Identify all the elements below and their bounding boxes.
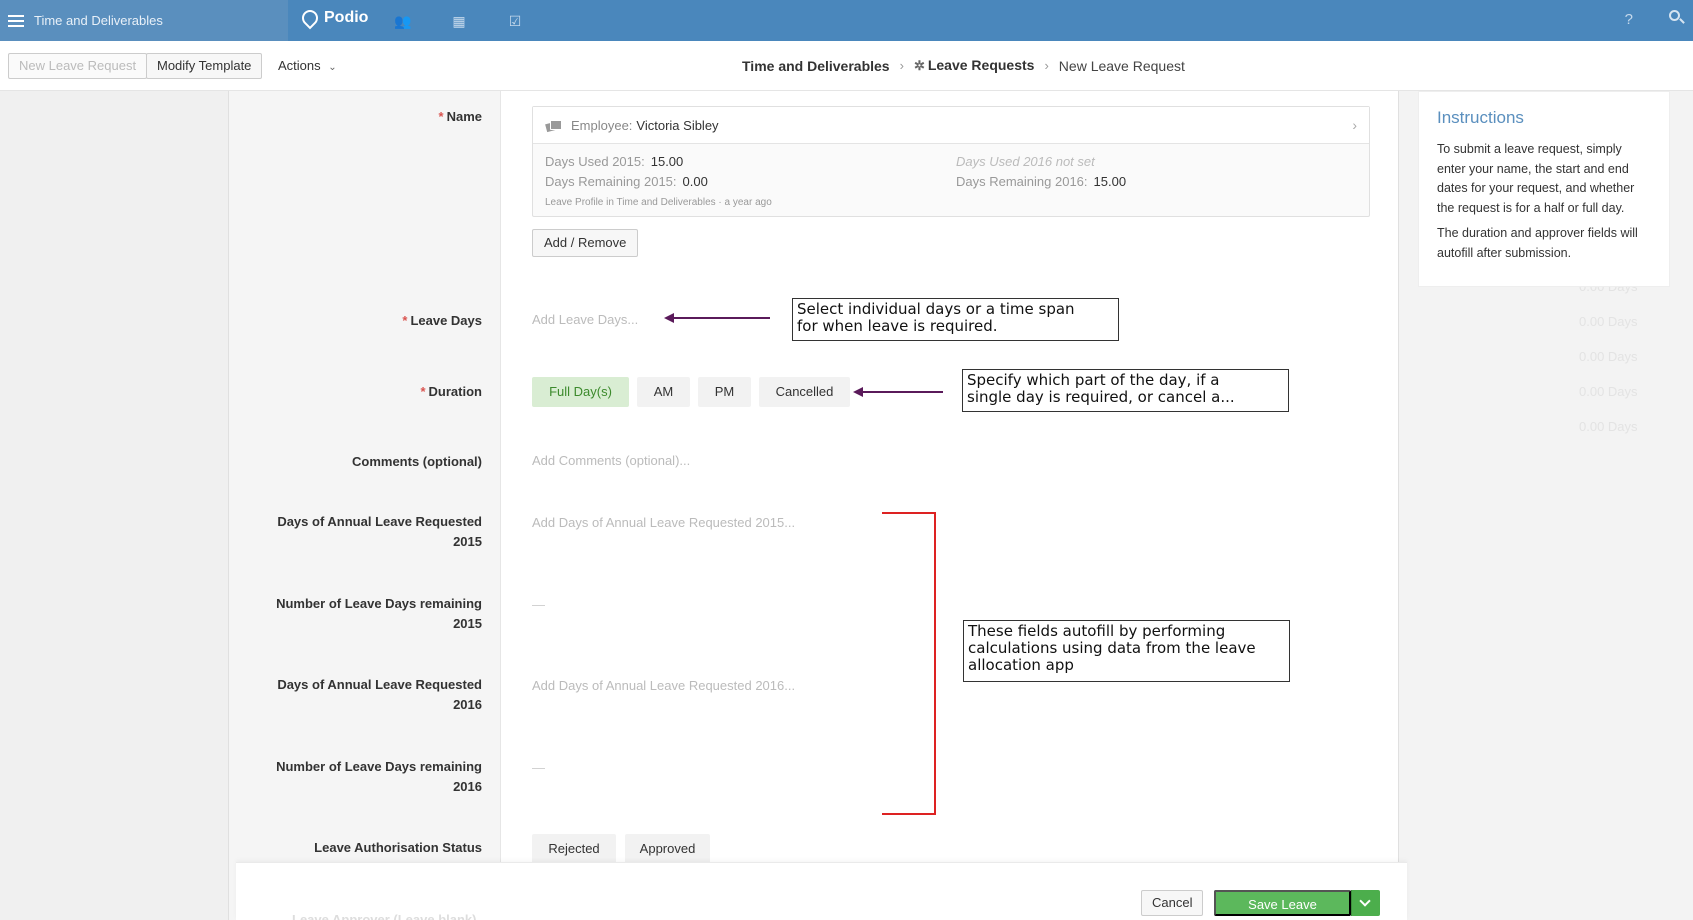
auth-approved[interactable]: Approved — [625, 834, 710, 864]
remaining-2016-label: Number of Leave Days remaining 2016 — [276, 759, 482, 794]
remaining-2015-value: — — [532, 597, 545, 612]
breadcrumb-app[interactable]: ✲ Leave Requests — [914, 57, 1035, 74]
employee-reference-card[interactable]: Employee: Victoria Sibley › Days Used 20… — [532, 106, 1370, 217]
ghost-text: 0.00 Days — [1579, 349, 1638, 364]
days-used-2016: Days Used 2016 not set — [956, 154, 1095, 169]
chevron-down-icon — [1359, 895, 1371, 907]
actions-label: Actions — [278, 58, 321, 73]
annotation-arrow — [672, 317, 770, 319]
search-icon[interactable] — [1669, 10, 1685, 26]
label-column: * Name * Leave Days * Duration Comments (op… — [229, 91, 501, 920]
breadcrumb-app-label: Leave Requests — [927, 57, 1035, 73]
add-remove-button[interactable]: Add / Remove — [532, 229, 639, 257]
actions-menu[interactable]: Actions ⌄ — [278, 58, 337, 73]
instructions-text-2: The duration and approver fields will au… — [1437, 226, 1638, 260]
save-leave-request-button[interactable]: Save Leave Request — [1214, 890, 1351, 916]
annual-2016-input[interactable]: Add Days of Annual Leave Requested 2016.… — [532, 678, 795, 693]
chevron-down-icon: ⌄ — [328, 62, 337, 73]
annual-2016-label: Days of Annual Leave Requested 2016 — [277, 677, 482, 712]
tasks-icon[interactable]: ☑ — [506, 12, 524, 30]
cards-icon — [543, 119, 563, 133]
top-bar: Time and Deliverables Podio 👥 ▦ ☑ ? — [0, 0, 1693, 41]
annotation-leave-days: Select individual days or a time span for… — [792, 298, 1119, 341]
workspace-switcher[interactable]: Time and Deliverables — [0, 0, 288, 41]
save-options-dropdown[interactable] — [1351, 890, 1380, 916]
chevron-right-icon: › — [1044, 58, 1049, 73]
chevron-right-icon: › — [899, 58, 904, 73]
remaining-2016-value: — — [532, 760, 545, 775]
annotation-arrow — [861, 391, 943, 393]
comments-input[interactable]: Add Comments (optional)... — [532, 453, 690, 468]
auth-status-label: Leave Authorisation Status — [314, 840, 482, 855]
duration-label: * Duration — [420, 384, 482, 399]
employee-card-header[interactable]: Employee: Victoria Sibley › — [533, 107, 1369, 144]
leave-request-form: * Name * Leave Days * Duration Comments (op… — [228, 91, 1399, 920]
duration-am[interactable]: AM — [637, 377, 690, 407]
breadcrumb: Time and Deliverables › ✲ Leave Requests … — [742, 57, 1185, 74]
comments-label: Comments (optional) — [352, 454, 482, 469]
gear-icon: ✲ — [913, 58, 925, 73]
instructions-panel: Instructions To submit a leave request, … — [1418, 91, 1670, 287]
ghost-text: 0.00 Days — [1579, 419, 1638, 434]
remaining-2015-label: Number of Leave Days remaining 2015 — [276, 596, 482, 631]
cancel-button[interactable]: Cancel — [1141, 890, 1204, 916]
annual-2015-label: Days of Annual Leave Requested 2015 — [277, 514, 482, 549]
duration-pm[interactable]: PM — [698, 377, 751, 407]
name-label: * Name — [438, 109, 482, 124]
modify-template-button[interactable]: Modify Template — [146, 53, 263, 79]
brand-name: Podio — [324, 9, 369, 26]
ghost-text: 0.00 Days — [1579, 384, 1638, 399]
chevron-right-icon[interactable]: › — [1352, 117, 1357, 133]
duration-cancelled[interactable]: Cancelled — [759, 377, 850, 407]
approver-label: Leave Approver (Leave blank) — [292, 912, 477, 920]
duration-full-day[interactable]: Full Day(s) — [532, 377, 629, 407]
workspace-title: Time and Deliverables — [34, 13, 163, 28]
annotation-bracket — [882, 512, 936, 815]
leave-days-label: * Leave Days — [402, 313, 482, 328]
podio-logo[interactable]: Podio — [298, 6, 369, 30]
annotation-autofill: These fields autofill by performing calcu… — [963, 620, 1290, 682]
auth-rejected[interactable]: Rejected — [532, 834, 616, 864]
ghost-text: 0.00 Days — [1579, 314, 1638, 329]
employee-name: Victoria Sibley — [636, 117, 719, 133]
calendar-icon[interactable]: ▦ — [450, 12, 468, 30]
help-icon[interactable]: ? — [1625, 11, 1633, 28]
annotation-duration: Specify which part of the day, if a singl… — [962, 369, 1289, 412]
days-remaining-2016: Days Remaining 2016: 15.00 — [956, 174, 1127, 189]
instructions-title: Instructions — [1437, 108, 1524, 127]
days-used-2015: Days Used 2015: 15.00 — [545, 154, 684, 169]
breadcrumb-workspace[interactable]: Time and Deliverables — [742, 58, 890, 74]
app-toolbar: New Leave Request Modify Template Action… — [0, 41, 1693, 91]
menu-icon[interactable] — [8, 14, 24, 27]
employee-field-label: Employee: — [571, 117, 633, 133]
days-remaining-2015: Days Remaining 2015: 0.00 — [545, 174, 708, 189]
annual-2015-input[interactable]: Add Days of Annual Leave Requested 2015.… — [532, 515, 795, 530]
contacts-icon[interactable]: 👥 — [394, 12, 412, 30]
breadcrumb-current: New Leave Request — [1058, 57, 1185, 74]
leave-days-input[interactable]: Add Leave Days... — [532, 312, 638, 327]
employee-card-footer: Leave Profile in Time and Deliverables ·… — [545, 197, 772, 208]
new-leave-request-button[interactable]: New Leave Request — [8, 53, 148, 79]
left-margin — [0, 91, 228, 920]
instructions-text-1: To submit a leave request, simply enter … — [1437, 142, 1635, 215]
podio-pin-icon — [298, 6, 322, 30]
